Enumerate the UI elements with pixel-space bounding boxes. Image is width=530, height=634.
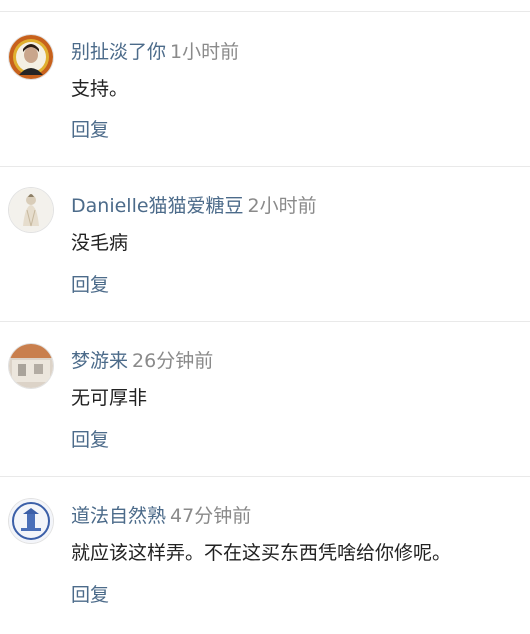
user-avatar[interactable]: [9, 35, 53, 79]
timestamp: 2小时前: [247, 195, 317, 217]
figure-avatar-icon: [9, 188, 53, 232]
temple-avatar-icon: [9, 499, 53, 543]
reply-button[interactable]: 回复: [71, 583, 109, 607]
user-avatar[interactable]: [9, 499, 53, 543]
timestamp: 47分钟前: [170, 505, 252, 527]
reply-button[interactable]: 回复: [71, 428, 109, 452]
comment-meta: 别扯淡了你 1小时前: [71, 40, 239, 64]
portrait-avatar-icon: [9, 35, 53, 79]
comment-item: Danielle猫猫爱糖豆 2小时前 没毛病 回复: [0, 167, 530, 322]
comment-item: 道法自然熟 47分钟前 就应该这样弄。不在这买东西凭啥给你修呢。 回复: [0, 477, 530, 632]
username-link[interactable]: Danielle猫猫爱糖豆: [71, 195, 244, 217]
comment-meta: 道法自然熟 47分钟前: [71, 504, 251, 528]
reply-button[interactable]: 回复: [71, 273, 109, 297]
username-link[interactable]: 别扯淡了你: [71, 41, 166, 63]
reply-button[interactable]: 回复: [71, 118, 109, 142]
timestamp: 1小时前: [170, 41, 240, 63]
comment-text: 支持。: [71, 78, 129, 100]
comment-item: 别扯淡了你 1小时前 支持。 回复: [0, 12, 530, 167]
user-avatar[interactable]: [9, 344, 53, 388]
blurred-avatar-icon: [9, 344, 53, 388]
comment-text: 就应该这样弄。不在这买东西凭啥给你修呢。: [71, 542, 452, 564]
timestamp: 26分钟前: [132, 350, 214, 372]
comment-item: 梦游来 26分钟前 无可厚非 回复: [0, 322, 530, 477]
username-link[interactable]: 道法自然熟: [71, 505, 166, 527]
comment-text: 无可厚非: [71, 387, 148, 409]
comment-meta: 梦游来 26分钟前: [71, 349, 213, 373]
comment-meta: Danielle猫猫爱糖豆 2小时前: [71, 194, 317, 218]
username-link[interactable]: 梦游来: [71, 350, 128, 372]
user-avatar[interactable]: [9, 188, 53, 232]
comment-text: 没毛病: [71, 232, 129, 254]
